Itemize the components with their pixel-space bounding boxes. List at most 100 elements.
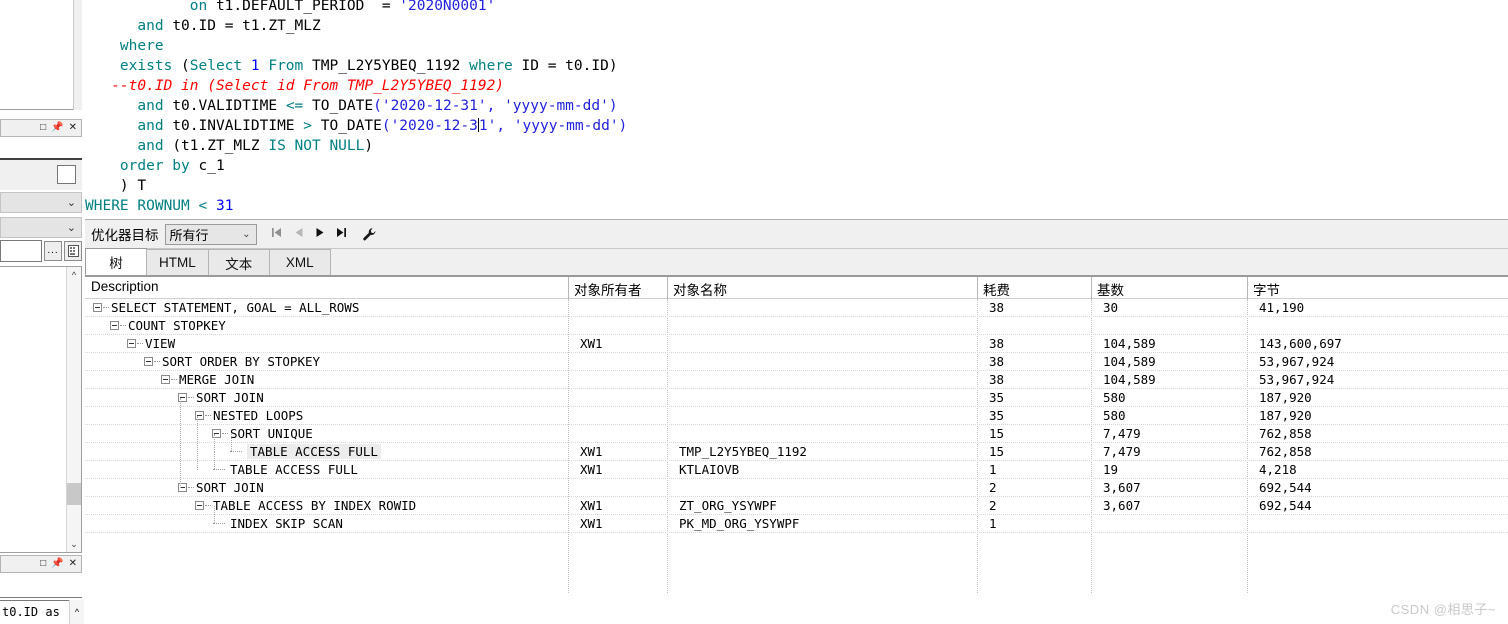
plan-operation-label[interactable]: NESTED LOOPS: [213, 408, 303, 423]
plan-operation-label[interactable]: SELECT STATEMENT, GOAL = ALL_ROWS: [111, 300, 359, 315]
optimizer-goal-select[interactable]: 所有行 ⌄: [164, 223, 257, 245]
table-row[interactable]: TABLE ACCESS FULL XW1 TMP_L2Y5YBEQ_1192 15 7…: [85, 434, 1508, 461]
sql-token: ) T: [85, 178, 147, 194]
expand-collapse-icon[interactable]: [93, 303, 102, 312]
cell-owner: XW1: [580, 516, 603, 531]
table-row[interactable]: SORT ORDER BY STOPKEY 38 104,589 53,967,924: [85, 353, 1508, 371]
browse-button[interactable]: ...: [44, 241, 62, 261]
column-header-cost[interactable]: 耗费: [983, 279, 1010, 299]
close-icon[interactable]: ✕: [69, 559, 77, 569]
checkbox-input[interactable]: [57, 165, 76, 184]
plan-operation-label[interactable]: VIEW: [145, 336, 175, 351]
tree-connector: [154, 361, 160, 362]
table-row[interactable]: NESTED LOOPS 35 580 187,920: [85, 407, 1508, 425]
tab-1[interactable]: HTML: [146, 249, 209, 275]
column-divider[interactable]: [667, 277, 668, 299]
column-divider[interactable]: [977, 277, 978, 299]
plan-operation-label[interactable]: SORT JOIN: [196, 390, 264, 405]
table-row[interactable]: SORT JOIN 35 580 187,920: [85, 389, 1508, 407]
close-icon[interactable]: ✕: [69, 123, 77, 133]
column-header-owner[interactable]: 对象所有者: [574, 279, 642, 299]
pin-icon[interactable]: 📌: [51, 559, 63, 569]
tree-connector: [188, 487, 194, 488]
scroll-down-icon[interactable]: ⌄: [67, 536, 81, 552]
first-record-icon[interactable]: [271, 227, 283, 241]
plan-operation-label[interactable]: TABLE ACCESS FULL: [230, 462, 358, 477]
table-row[interactable]: MERGE JOIN 38 104,589 53,967,924: [85, 371, 1508, 389]
expand-collapse-icon[interactable]: [127, 339, 136, 348]
chevron-down-icon: ⌄: [66, 222, 76, 234]
scrollbar-thumb[interactable]: [67, 483, 81, 505]
last-record-icon[interactable]: [336, 227, 348, 241]
cell-cost: 38: [989, 372, 1005, 387]
plan-operation-label[interactable]: INDEX SKIP SCAN: [230, 516, 343, 531]
sql-line: and t0.VALIDTIME <= TO_DATE('2020-12-31'…: [85, 96, 627, 116]
left-panel-top-scrollbar[interactable]: [73, 0, 82, 110]
table-row[interactable]: INDEX SKIP SCAN XW1 PK_MD_ORG_YSYWPF 1: [85, 506, 1508, 533]
column-header-cardinality[interactable]: 基数: [1097, 279, 1124, 299]
app-window: □ 📌 ✕ ⌄ ⌄ ... ^ ⌄ □ 📌 ✕ t0.ID as ^ on t1…: [0, 0, 1508, 624]
tab-3[interactable]: XML: [268, 249, 331, 275]
sql-code-text: on t1.DEFAULT_PERIOD = '2020N0001' and t…: [85, 0, 627, 216]
plan-operation-label[interactable]: SORT ORDER BY STOPKEY: [162, 354, 320, 369]
watermark: CSDN @相思子~: [1390, 602, 1496, 617]
plan-operation-label[interactable]: SORT JOIN: [196, 480, 264, 495]
cell-cost: 15: [989, 444, 1005, 459]
sql-editor[interactable]: on t1.DEFAULT_PERIOD = '2020N0001' and t…: [85, 0, 1508, 219]
previous-record-icon[interactable]: [294, 227, 304, 241]
document-icon-button[interactable]: [64, 241, 82, 261]
left-panel-bottom-scrollbar[interactable]: ^ ⌄: [66, 267, 81, 552]
tree-connector: [213, 469, 225, 470]
left-dropdown-2[interactable]: ⌄: [0, 217, 82, 238]
column-header-name[interactable]: 对象名称: [673, 279, 727, 299]
sql-token: >: [303, 118, 321, 134]
column-header-description[interactable]: Description: [91, 279, 159, 294]
left-bottom-scroll-up-icon[interactable]: ^: [69, 600, 84, 624]
table-row[interactable]: SORT JOIN 2 3,607 692,544: [85, 479, 1508, 497]
expand-collapse-icon[interactable]: [195, 501, 204, 510]
left-text-input[interactable]: [0, 240, 42, 262]
plan-operation-label[interactable]: MERGE JOIN: [179, 372, 254, 387]
table-row[interactable]: SELECT STATEMENT, GOAL = ALL_ROWS 38 30 41,…: [85, 299, 1508, 317]
table-row[interactable]: SORT UNIQUE 15 7,479 762,858: [85, 425, 1508, 443]
column-header-bytes[interactable]: 字节: [1253, 279, 1280, 299]
column-divider[interactable]: [568, 277, 569, 299]
sql-token: TMP_L2Y5YBEQ_1192: [312, 58, 470, 74]
tree-connector: [137, 343, 143, 344]
table-row[interactable]: TABLE ACCESS BY INDEX ROWID XW1 ZT_ORG_YSY…: [85, 497, 1508, 515]
cell-bytes: 762,858: [1259, 426, 1312, 441]
table-row[interactable]: VIEW XW1 38 104,589 143,600,697: [85, 335, 1508, 353]
tree-vertical-connector: [180, 398, 181, 488]
sql-token: TO_DATE: [312, 98, 374, 114]
left-dropdown-1[interactable]: ⌄: [0, 192, 82, 213]
tab-label: XML: [285, 255, 314, 270]
sql-line: ) T: [85, 176, 627, 196]
cell-bytes: 692,544: [1259, 480, 1312, 495]
plan-operation-label[interactable]: COUNT STOPKEY: [128, 318, 226, 333]
plan-operation-label[interactable]: TABLE ACCESS BY INDEX ROWID: [213, 498, 416, 513]
table-row[interactable]: COUNT STOPKEY: [85, 317, 1508, 335]
sql-token: on: [85, 0, 216, 14]
result-tabs: 树 HTML 文本 XML: [85, 248, 1508, 276]
tab-2[interactable]: 文本: [207, 249, 270, 275]
expand-collapse-icon[interactable]: [144, 357, 153, 366]
table-row[interactable]: TABLE ACCESS FULL XW1 KTLAIOVB 1 19 4,218: [85, 452, 1508, 479]
plan-operation-label[interactable]: SORT UNIQUE: [230, 426, 313, 441]
column-divider[interactable]: [1247, 277, 1248, 299]
expand-collapse-icon[interactable]: [161, 375, 170, 384]
maximize-icon[interactable]: □: [40, 559, 46, 569]
plan-operation-label[interactable]: TABLE ACCESS FULL: [247, 444, 381, 459]
pin-icon[interactable]: 📌: [51, 123, 63, 133]
settings-wrench-button[interactable]: [362, 227, 377, 242]
tab-active-0[interactable]: 树: [85, 248, 147, 275]
scroll-up-icon[interactable]: ^: [67, 267, 81, 283]
maximize-icon[interactable]: □: [40, 123, 46, 133]
column-divider[interactable]: [1091, 277, 1092, 299]
sql-token: 31: [215, 198, 234, 214]
next-record-icon[interactable]: [315, 227, 325, 241]
cell-cardinality: 580: [1103, 408, 1126, 423]
record-navigation: [271, 227, 348, 241]
expand-collapse-icon[interactable]: [110, 321, 119, 330]
cell-cardinality: 104,589: [1103, 354, 1156, 369]
tree-connector: [205, 505, 211, 506]
